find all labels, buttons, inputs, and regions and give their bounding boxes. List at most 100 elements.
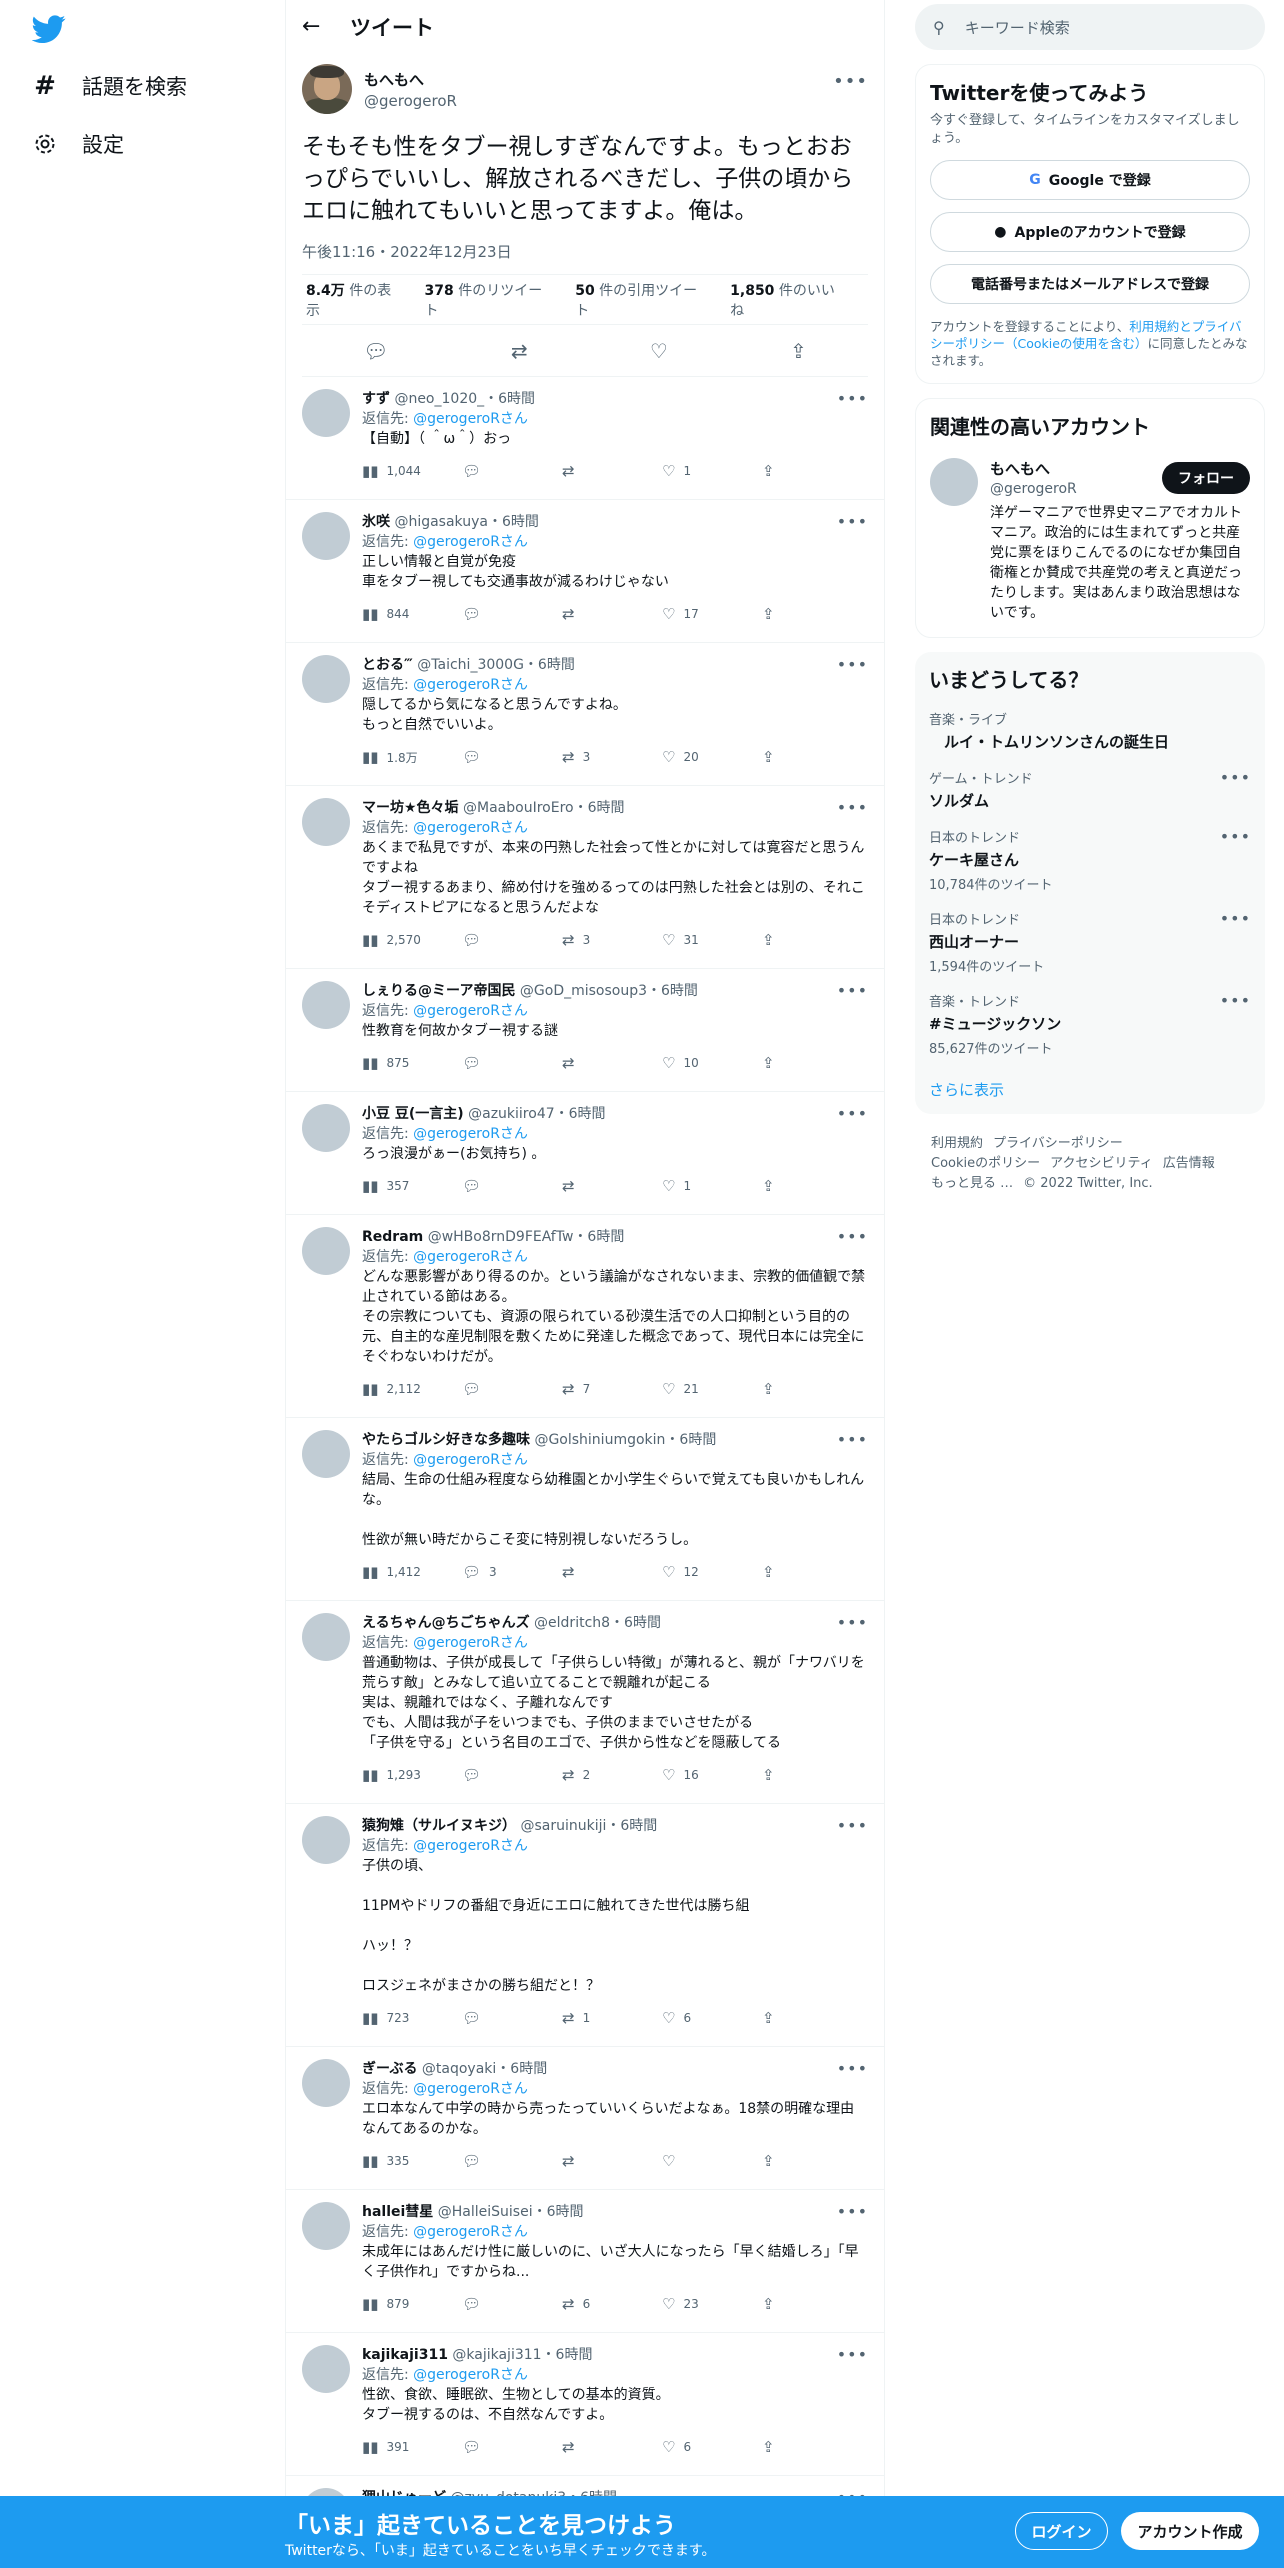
reply-to-mention[interactable]: @gerogeroRさん [413,677,528,693]
share-action[interactable]: ⇪ [762,2152,862,2170]
back-arrow-icon[interactable]: ← [302,14,338,39]
reply-author-name[interactable]: 猿狗雉（サルイヌキジ） [362,1818,516,1834]
login-button[interactable]: ログイン [1015,2512,1108,2550]
likes-action[interactable]: ♡ 1 [662,462,762,480]
trend-item[interactable]: 音楽・トレンド #ミュージックソン 85,627件のツイート ••• [929,991,1251,1057]
more-icon[interactable]: ••• [837,655,868,674]
avatar[interactable] [302,2059,350,2107]
share-action[interactable]: ⇪ [762,1380,862,1398]
replies-action[interactable]: 💬︎ [462,1177,562,1195]
reply-to-mention[interactable]: @gerogeroRさん [413,1003,528,1019]
likes-action[interactable]: ♡ 10 [662,1054,762,1072]
views-action[interactable]: ▮▮ 1.8万 [362,748,462,766]
reply-author-name[interactable]: マー坊★色々垢 [362,800,459,816]
reply-tweet[interactable]: 小豆 豆(一言主) @azukiiro47・6時間 ••• 返信先: @geroge… [286,1092,884,1215]
trend-item[interactable]: 日本のトレンド ケーキ屋さん 10,784件のツイート ••• [929,827,1251,893]
more-icon[interactable]: ••• [837,798,868,817]
more-icon[interactable]: ••• [837,2202,868,2221]
avatar[interactable] [302,64,352,114]
share-action[interactable]: ⇪ [762,1177,862,1195]
views-action[interactable]: ▮▮ 723 [362,2009,462,2027]
retweet-icon[interactable]: ⇄ [511,339,528,363]
google-signup-button[interactable]: G Google で登録 [930,160,1250,200]
reply-author-name[interactable]: しぇりる@ミーア帝国民 [362,983,515,999]
replies-action[interactable]: 💬︎ [462,1054,562,1072]
author-handle[interactable]: @gerogeroR [364,92,457,110]
views-action[interactable]: ▮▮ 335 [362,2152,462,2170]
apple-signup-button[interactable]: ● Appleのアカウントで登録 [930,212,1250,252]
retweets-action[interactable]: ⇄ [562,1563,662,1581]
reply-tweet[interactable]: 猿狗雉（サルイヌキジ） @saruinukiji・6時間 ••• 返信先: @ger… [286,1804,884,2047]
views-action[interactable]: ▮▮ 875 [362,1054,462,1072]
reply-author-name[interactable]: ぎーぶる [362,2061,417,2077]
share-action[interactable]: ⇪ [762,748,862,766]
reply-tweet[interactable]: マー坊★色々垢 @MaabouIroEro・6時間 ••• 返信先: @geroge… [286,786,884,969]
more-icon[interactable]: ••• [837,1430,868,1449]
avatar[interactable] [302,389,350,437]
likes-action[interactable]: ♡ 12 [662,1563,762,1581]
phone-signup-button[interactable]: 電話番号またはメールアドレスで登録 [930,264,1250,304]
more-icon[interactable]: ••• [837,981,868,1000]
likes-action[interactable]: ♡ 17 [662,605,762,623]
reply-to-mention[interactable]: @gerogeroRさん [413,820,528,836]
reply-to-mention[interactable]: @gerogeroRさん [413,1452,528,1468]
more-icon[interactable]: ••• [837,1104,868,1123]
footer-link[interactable]: もっと見る … [931,1176,1013,1191]
reply-tweet[interactable]: しぇりる@ミーア帝国民 @GoD_misosoup3・6時間 ••• 返信先: @g… [286,969,884,1092]
reply-tweet[interactable]: Redram @wHBo8rnD9FEAfTw・6時間 ••• 返信先: @gero… [286,1215,884,1418]
share-action[interactable]: ⇪ [762,2295,862,2313]
follow-button[interactable]: フォロー [1162,462,1250,494]
reply-tweet[interactable]: ぎーぶる @taqoyaki・6時間 ••• 返信先: @gerogeroRさん エロ… [286,2047,884,2190]
share-action[interactable]: ⇪ [762,1054,862,1072]
replies-action[interactable]: 💬︎ [462,605,562,623]
likes-action[interactable]: ♡ 31 [662,931,762,949]
avatar[interactable] [302,2202,350,2250]
reply-to-mention[interactable]: @gerogeroRさん [413,1126,528,1142]
author-name[interactable]: もへもへ [364,69,457,90]
footer-link[interactable]: アクセシビリティ [1050,1156,1153,1171]
reply-author-name[interactable]: すず [362,391,390,407]
reply-to-mention[interactable]: @gerogeroRさん [413,2367,528,2383]
avatar[interactable] [302,1104,350,1152]
reply-author-name[interactable]: 小豆 豆(一言主) [362,1106,464,1122]
footer-link[interactable]: Cookieのポリシー [931,1156,1040,1171]
replies-action[interactable]: 💬︎ 3 [462,1563,562,1581]
quotes-stat[interactable]: 50 件の引用ツイート [575,280,710,320]
likes-action[interactable]: ♡ 1 [662,1177,762,1195]
reply-to-mention[interactable]: @gerogeroRさん [413,2224,528,2240]
replies-action[interactable]: 💬︎ [462,2152,562,2170]
retweets-action[interactable]: ⇄ 1 [562,2009,662,2027]
share-action[interactable]: ⇪ [762,2438,862,2456]
more-icon[interactable]: ••• [837,1816,868,1835]
retweets-action[interactable]: ⇄ [562,1054,662,1072]
footer-link[interactable]: プライバシーポリシー [993,1136,1123,1151]
likes-action[interactable]: ♡ 20 [662,748,762,766]
replies-action[interactable]: 💬︎ [462,2438,562,2456]
likes-action[interactable]: ♡ [662,2152,762,2170]
reply-tweet[interactable]: すず @neo_1020_・6時間 ••• 返信先: @gerogeroRさん 【自動… [286,377,884,500]
avatar[interactable] [302,798,350,846]
share-action[interactable]: ⇪ [762,462,862,480]
more-icon[interactable]: ••• [1220,991,1251,1010]
more-icon[interactable]: ••• [837,512,868,531]
views-action[interactable]: ▮▮ 844 [362,605,462,623]
avatar[interactable] [302,981,350,1029]
reply-author-name[interactable]: 氷咲 [362,514,390,530]
nav-settings[interactable]: 設定 [32,122,124,166]
tweet-timestamp[interactable]: 午後11:16・2022年12月23日 [302,241,868,275]
retweets-action[interactable]: ⇄ [562,462,662,480]
share-action[interactable]: ⇪ [762,1563,862,1581]
retweets-stat[interactable]: 378 件のリツイート [425,280,556,320]
retweets-action[interactable]: ⇄ 3 [562,931,662,949]
reply-author-name[interactable]: やたらゴルシ好きな多趣味 [362,1432,530,1448]
reply-icon[interactable]: 💬︎ [363,339,388,363]
reply-tweet[interactable]: hallei彗星 @HalleiSuisei・6時間 ••• 返信先: @gerog… [286,2190,884,2333]
more-icon[interactable]: ••• [833,71,868,92]
views-action[interactable]: ▮▮ 391 [362,2438,462,2456]
reply-tweet[interactable]: 氷咲 @higasakuya・6時間 ••• 返信先: @gerogeroRさん 正し… [286,500,884,643]
nav-explore[interactable]: # 話題を検索 [32,64,187,108]
likes-action[interactable]: ♡ 21 [662,1380,762,1398]
more-icon[interactable]: ••• [837,2345,868,2364]
share-action[interactable]: ⇪ [762,1766,862,1784]
avatar[interactable] [302,1430,350,1478]
